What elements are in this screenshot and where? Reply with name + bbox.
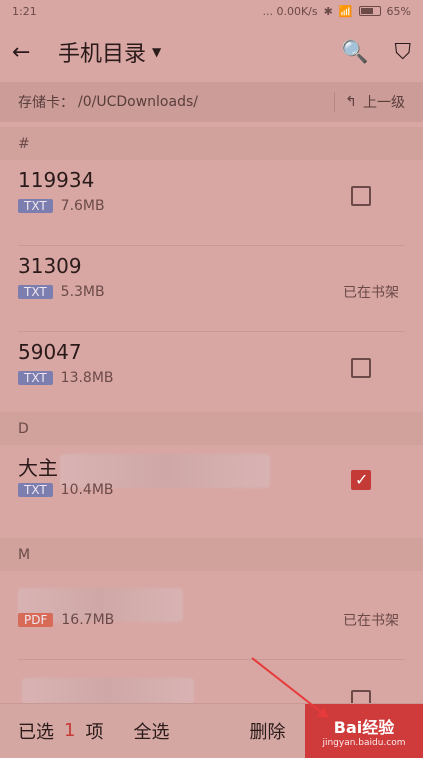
app-header: ← 手机目录 ▼ 🔍 ⛉: [0, 22, 423, 82]
bluetooth-icon: ✱: [323, 4, 333, 18]
signal-icon: 📶: [338, 4, 353, 18]
section-header-d: D: [0, 412, 423, 445]
file-size: 7.6MB: [60, 198, 105, 214]
file-type-badge: TXT: [18, 483, 53, 497]
status-indicators: ... 0.00K/s ✱ 📶 65%: [262, 5, 411, 18]
select-checkbox-checked[interactable]: [351, 470, 371, 490]
selected-prefix: 已选: [18, 721, 54, 743]
file-meta: TXT 7.6MB: [18, 198, 105, 214]
up-level-label: 上一级: [363, 95, 405, 111]
file-size: 10.4MB: [60, 482, 114, 498]
file-meta: PDF 16.7MB: [18, 612, 114, 628]
selected-suffix: 项: [85, 721, 104, 743]
battery-icon: [358, 6, 381, 16]
network-speed: ... 0.00K/s: [262, 4, 318, 18]
list-item[interactable]: 59047 TXT 13.8MB: [0, 332, 423, 418]
list-item-partial[interactable]: [0, 660, 423, 710]
file-name: 31309: [18, 254, 82, 278]
path-bar: 存储卡： /0/UCDownloads/ ↰ 上一级: [0, 82, 423, 122]
blurred-text: [22, 678, 194, 704]
storage-label: 存储卡：: [18, 95, 74, 111]
file-name: 大主: [18, 456, 58, 480]
file-meta: TXT 5.3MB: [18, 284, 105, 300]
list-item[interactable]: 119934 TXT 7.6MB: [0, 160, 423, 246]
list-item[interactable]: 大主 TXT 10.4MB: [0, 444, 423, 530]
back-arrow-icon[interactable]: ←: [12, 40, 48, 65]
selected-count: 1: [64, 720, 76, 741]
list-item[interactable]: 31309 TXT 5.3MB 已在书架: [0, 246, 423, 332]
file-type-badge: TXT: [18, 285, 53, 299]
file-name: 59047: [18, 340, 82, 364]
file-size: 16.7MB: [61, 612, 115, 628]
brand-text: Bai经验: [333, 718, 395, 737]
battery-percent: 65%: [386, 4, 411, 18]
filter-icon[interactable]: ⛉: [394, 40, 411, 65]
bottom-action-bar: 已选 1 项 全选 删除 Bai经验 jingyan.baidu.com: [0, 703, 423, 758]
dropdown-caret-icon[interactable]: ▼: [152, 45, 161, 59]
status-time: 1:21: [12, 4, 37, 18]
current-path: /0/UCDownloads/: [78, 94, 198, 110]
file-name: 119934: [18, 168, 95, 192]
file-size: 5.3MB: [60, 284, 105, 300]
file-type-badge: PDF: [18, 613, 54, 627]
section-header-hash: #: [0, 127, 423, 160]
on-shelf-label: 已在书架: [343, 285, 399, 301]
file-type-badge: TXT: [18, 199, 53, 213]
brand-url: jingyan.baidu.com: [322, 738, 406, 748]
select-all-button[interactable]: 全选: [133, 718, 169, 744]
page-title[interactable]: 手机目录: [58, 36, 146, 68]
file-meta: TXT 10.4MB: [18, 482, 114, 498]
search-icon[interactable]: 🔍: [341, 40, 368, 65]
file-type-badge: TXT: [18, 371, 53, 385]
file-meta: TXT 13.8MB: [18, 370, 114, 386]
up-level-button[interactable]: ↰ 上一级: [334, 92, 405, 112]
on-shelf-label: 已在书架: [343, 613, 399, 629]
status-bar: 1:21 ... 0.00K/s ✱ 📶 65%: [0, 0, 423, 22]
file-size: 13.8MB: [60, 370, 114, 386]
up-arrow-icon: ↰: [345, 94, 357, 110]
delete-button[interactable]: 删除: [249, 718, 285, 744]
select-checkbox[interactable]: [351, 358, 371, 378]
header-actions: 🔍 ⛉: [341, 40, 411, 65]
select-checkbox[interactable]: [351, 186, 371, 206]
list-item[interactable]: PDF 16.7MB 已在书架: [0, 574, 423, 660]
section-header-m: M: [0, 538, 423, 571]
